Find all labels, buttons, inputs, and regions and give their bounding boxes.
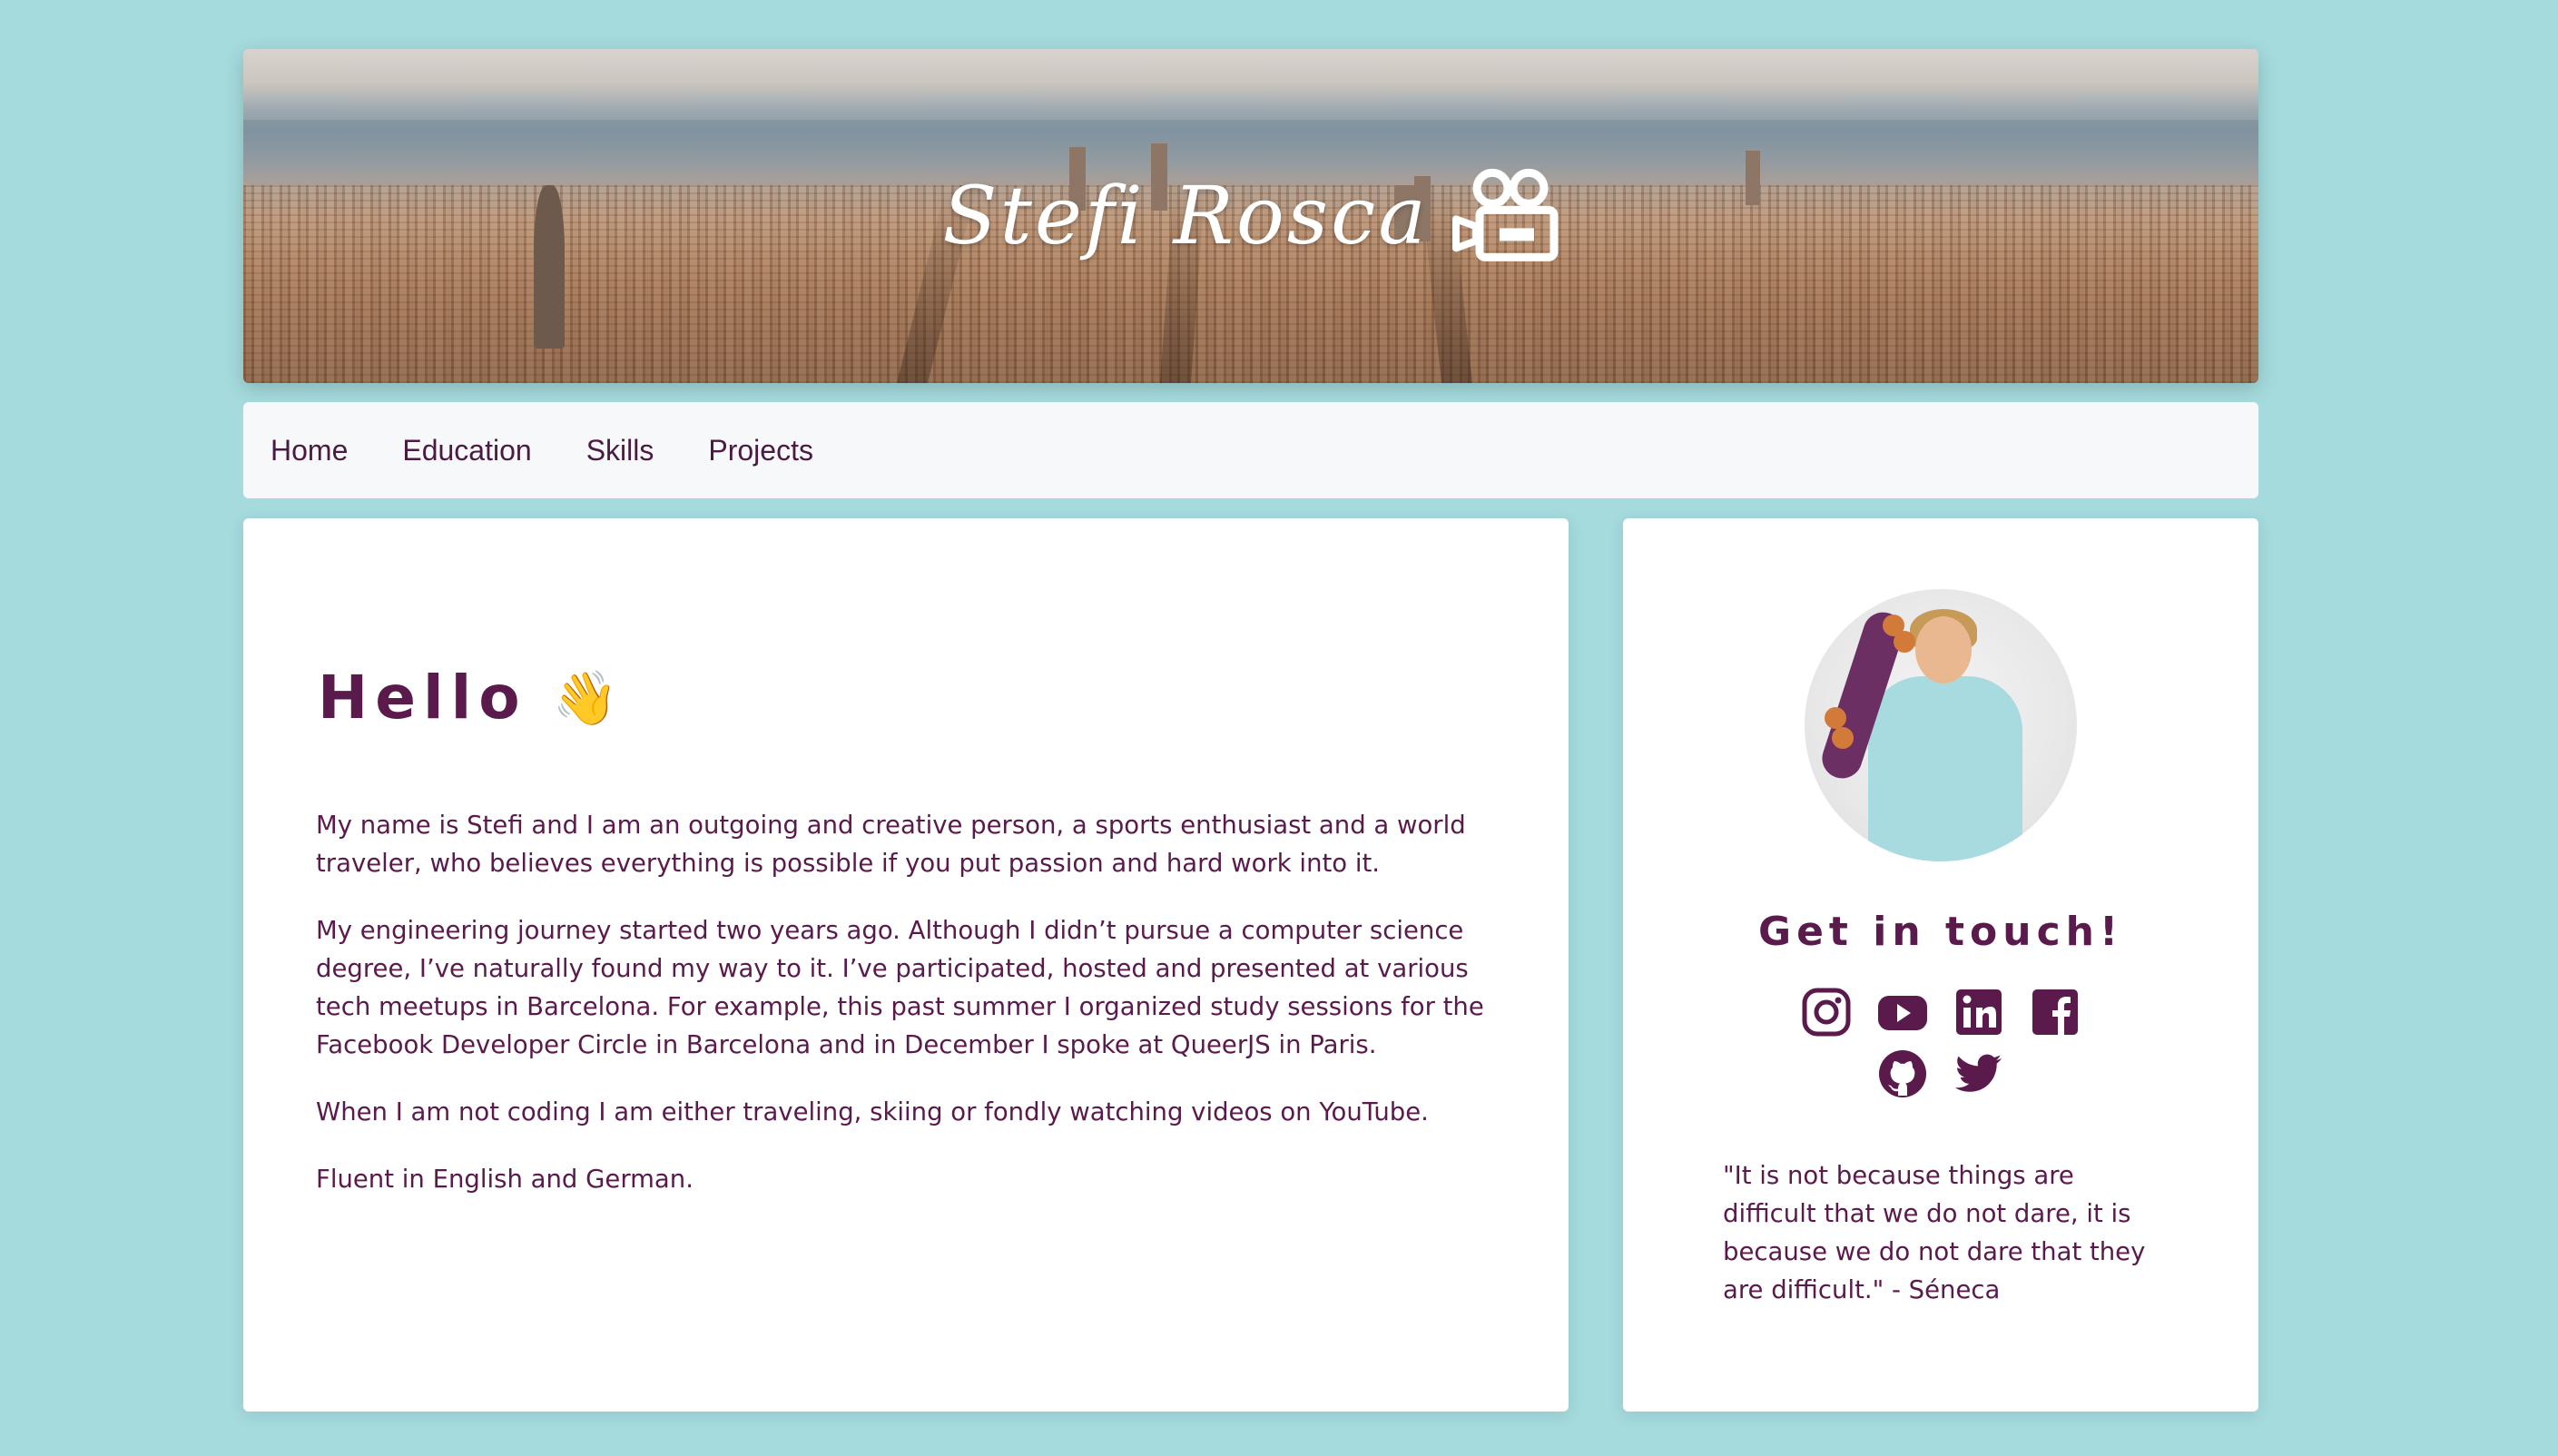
hello-heading: Hello 👋 xyxy=(318,668,1496,728)
waving-hand-icon: 👋 xyxy=(552,667,618,729)
nav-projects[interactable]: Projects xyxy=(708,434,813,467)
header-banner: Stefi Rosca xyxy=(243,49,2258,383)
instagram-icon[interactable] xyxy=(1800,986,1853,1038)
hello-heading-text: Hello xyxy=(318,663,527,733)
about-paragraph: My engineering journey started two years… xyxy=(316,916,1484,1059)
about-paragraph: When I am not coding I am either traveli… xyxy=(316,1097,1429,1126)
facebook-icon[interactable] xyxy=(2029,986,2081,1038)
avatar-skateboard-wheel xyxy=(1832,727,1854,749)
video-camera-icon xyxy=(1451,169,1559,263)
nav-skills[interactable]: Skills xyxy=(586,434,654,467)
avatar-skateboard-wheel xyxy=(1894,631,1915,653)
linkedin-icon[interactable] xyxy=(1953,986,2005,1038)
youtube-icon[interactable] xyxy=(1876,986,1929,1038)
about-paragraph: My name is Stefi and I am an outgoing an… xyxy=(316,811,1466,878)
avatar xyxy=(1805,589,2077,861)
main-nav: Home Education Skills Projects xyxy=(243,402,2258,498)
about-paragraph: Fluent in English and German. xyxy=(316,1165,694,1194)
twitter-icon[interactable] xyxy=(1953,1048,2005,1100)
site-title-text: Stefi Rosca xyxy=(942,169,1429,263)
nav-home[interactable]: Home xyxy=(271,434,348,467)
seneca-quote: "It is not because things are difficult … xyxy=(1723,1161,2146,1304)
contact-heading: Get in touch! xyxy=(1757,909,2124,955)
avatar-head xyxy=(1915,616,1972,684)
site-title: Stefi Rosca xyxy=(243,162,2258,262)
social-links xyxy=(1786,986,2095,1100)
avatar-skateboard-wheel xyxy=(1825,707,1846,729)
github-icon[interactable] xyxy=(1876,1048,1929,1100)
avatar-hoodie xyxy=(1868,676,2022,861)
contact-card: Get in touch! "It is not because things … xyxy=(1623,518,2258,1412)
nav-education[interactable]: Education xyxy=(402,434,531,467)
about-card: Hello 👋 My name is Stefi and I am an out… xyxy=(243,518,1569,1412)
